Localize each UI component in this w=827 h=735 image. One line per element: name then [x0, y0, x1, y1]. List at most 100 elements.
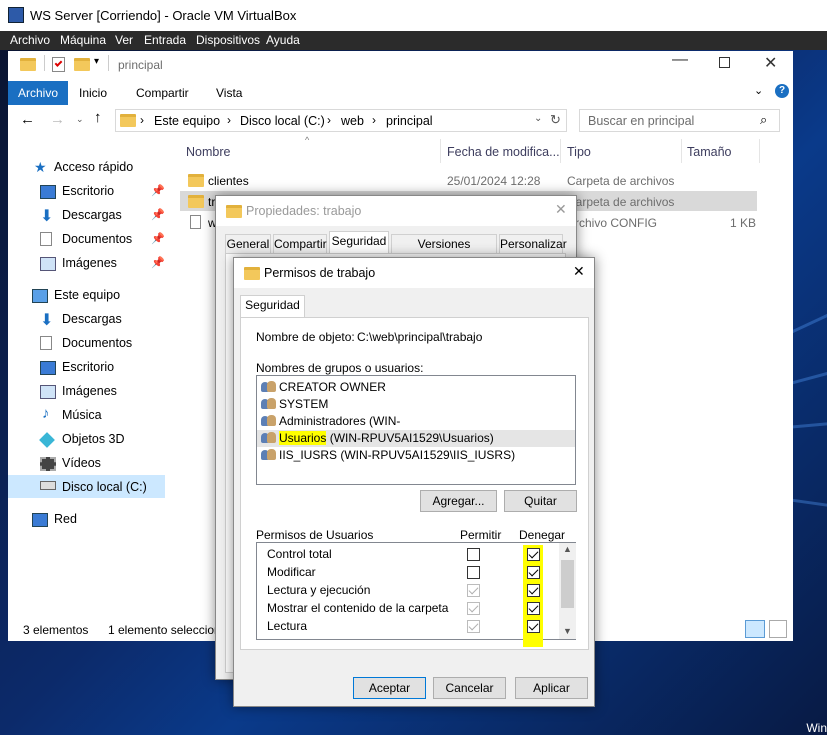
menu-dispositivos[interactable]: Dispositivos	[196, 33, 260, 47]
tab-vista[interactable]: Vista	[216, 81, 242, 105]
menu-maquina[interactable]: Máquina	[60, 33, 106, 47]
new-folder-icon[interactable]	[74, 58, 90, 71]
folder-icon	[226, 205, 242, 218]
documents-icon	[40, 336, 52, 350]
list-item[interactable]: SYSTEM	[261, 396, 571, 413]
close-button[interactable]: ✕	[555, 201, 567, 218]
list-item[interactable]: IIS_IUSRS (WIN-RPUV5AI1529\IIS_IUSRS)	[261, 447, 571, 464]
list-item-selected[interactable]: Usuarios (WIN-RPUV5AI1529\Usuarios)	[257, 430, 575, 447]
tab-general[interactable]: General	[225, 234, 271, 254]
forward-arrow-icon[interactable]: →	[50, 111, 65, 128]
tab-archivo[interactable]: Archivo	[8, 81, 68, 105]
allow-checkbox[interactable]	[467, 566, 480, 579]
allow-checkbox-inherited[interactable]	[467, 620, 480, 633]
refresh-icon[interactable]: ↻	[550, 112, 561, 128]
search-box[interactable]: Buscar en principal ⌕	[579, 109, 780, 132]
scrollbar[interactable]: ▲ ▼	[559, 543, 576, 639]
sidebar-item-escritorio[interactable]: Escritorio	[62, 184, 114, 198]
sidebar-item-documentos[interactable]: Documentos	[62, 232, 132, 246]
sidebar-item-pc-escritorio[interactable]: Escritorio	[62, 360, 114, 374]
details-view-icon[interactable]	[745, 620, 765, 638]
deny-checkbox[interactable]	[527, 566, 540, 579]
documents-icon	[40, 232, 52, 246]
pin-icon[interactable]: 📌	[151, 232, 165, 245]
sidebar-item-descargas[interactable]: Descargas	[62, 208, 122, 222]
allow-checkbox-inherited[interactable]	[467, 584, 480, 597]
table-row[interactable]: clientes 25/01/2024 12:28 Carpeta de arc…	[180, 170, 757, 190]
cancel-button[interactable]: Cancelar	[433, 677, 506, 699]
large-icons-view-icon[interactable]	[769, 620, 787, 638]
pin-icon[interactable]: 📌	[151, 208, 165, 221]
help-icon[interactable]: ?	[775, 84, 789, 98]
recent-locations-icon[interactable]: ⌄	[76, 114, 84, 125]
menu-ver[interactable]: Ver	[115, 33, 133, 47]
scroll-up-icon[interactable]: ▲	[563, 544, 572, 554]
column-tipo[interactable]: Tipo	[567, 145, 591, 159]
scrollbar-thumb[interactable]	[561, 560, 574, 608]
sidebar-item-acceso-rapido[interactable]: Acceso rápido	[54, 160, 133, 174]
groups-list[interactable]: CREATOR OWNER SYSTEM Administradores (WI…	[256, 375, 576, 485]
deny-checkbox[interactable]	[527, 584, 540, 597]
breadcrumb-este-equipo[interactable]: Este equipo	[154, 114, 220, 128]
column-tamano[interactable]: Tamaño	[687, 145, 731, 159]
menu-archivo[interactable]: Archivo	[10, 33, 50, 47]
ribbon-expand-icon[interactable]: ⌄	[754, 84, 763, 97]
pin-icon[interactable]: 📌	[151, 184, 165, 197]
virtualbox-titlebar: WS Server [Corriendo] - Oracle VM Virtua…	[0, 0, 827, 31]
deny-checkbox[interactable]	[527, 620, 540, 633]
close-button[interactable]: ✕	[764, 53, 777, 73]
sidebar-item-musica[interactable]: Música	[62, 408, 102, 422]
maximize-button[interactable]	[719, 57, 730, 68]
close-button[interactable]: ✕	[573, 263, 585, 280]
pin-icon[interactable]: 📌	[151, 256, 165, 269]
menu-ayuda[interactable]: Ayuda	[266, 33, 300, 47]
apply-button[interactable]: Aplicar	[515, 677, 588, 699]
properties-icon[interactable]	[52, 57, 65, 72]
tab-compartir[interactable]: Compartir	[136, 81, 189, 105]
sidebar-item-red[interactable]: Red	[54, 512, 77, 526]
folder-icon	[120, 114, 136, 127]
tab-seguridad[interactable]: Seguridad	[329, 231, 389, 254]
deny-checkbox[interactable]	[527, 602, 540, 615]
address-dropdown-icon[interactable]: ⌄	[534, 113, 542, 124]
tab-inicio[interactable]: Inicio	[79, 81, 107, 105]
tab-compartir[interactable]: Compartir	[273, 234, 327, 254]
minimize-button[interactable]: —	[672, 51, 688, 69]
sidebar-item-imagenes[interactable]: Imágenes	[62, 256, 117, 270]
sidebar-item-pc-imagenes[interactable]: Imágenes	[62, 384, 117, 398]
allow-checkbox-inherited[interactable]	[467, 602, 480, 615]
column-nombre[interactable]: Nombre	[186, 145, 230, 159]
tab-personalizar[interactable]: Personalizar	[499, 234, 567, 254]
properties-titlebar: Propiedades: trabajo ✕	[216, 196, 576, 226]
remove-button[interactable]: Quitar	[504, 490, 577, 512]
add-button[interactable]: Agregar...	[420, 490, 497, 512]
sidebar-item-pc-documentos[interactable]: Documentos	[62, 336, 132, 350]
sidebar-item-pc-descargas[interactable]: Descargas	[62, 312, 122, 326]
tab-versiones-anteriores[interactable]: Versiones anteriores	[391, 234, 497, 269]
quick-access-dropdown-icon[interactable]: ▾	[94, 56, 99, 67]
3d-objects-icon	[39, 432, 55, 448]
list-item[interactable]: Administradores (WIN-RPUV5AI1529\Adminis…	[261, 413, 571, 445]
breadcrumb-disco-local[interactable]: Disco local (C:)	[240, 114, 325, 128]
desktop-icon	[40, 185, 56, 199]
scroll-down-icon[interactable]: ▼	[563, 626, 572, 636]
sidebar-item-videos[interactable]: Vídeos	[62, 456, 101, 470]
breadcrumb-principal[interactable]: principal	[386, 114, 433, 128]
sidebar-item-este-equipo[interactable]: Este equipo	[54, 288, 120, 302]
menu-entrada[interactable]: Entrada	[144, 33, 186, 47]
tab-seguridad[interactable]: Seguridad	[240, 295, 305, 318]
permissions-list[interactable]: Control total Modificar Lectura y ejecuc…	[256, 542, 576, 647]
up-arrow-icon[interactable]: ↑	[94, 109, 102, 126]
ok-button[interactable]: Aceptar	[353, 677, 426, 699]
folder-icon	[244, 267, 260, 280]
address-bar[interactable]: › Este equipo › Disco local (C:) › web ›…	[115, 109, 567, 132]
list-item[interactable]: CREATOR OWNER	[261, 379, 571, 396]
back-arrow-icon[interactable]: ←	[20, 111, 35, 128]
allow-checkbox[interactable]	[467, 548, 480, 561]
sidebar-item-objetos-3d[interactable]: Objetos 3D	[62, 432, 125, 446]
deny-checkbox[interactable]	[527, 548, 540, 561]
desktop-icon	[40, 361, 56, 375]
column-fecha[interactable]: Fecha de modifica...	[447, 145, 560, 159]
sidebar-item-disco-local[interactable]: Disco local (C:)	[8, 475, 165, 498]
breadcrumb-web[interactable]: web	[341, 114, 364, 128]
